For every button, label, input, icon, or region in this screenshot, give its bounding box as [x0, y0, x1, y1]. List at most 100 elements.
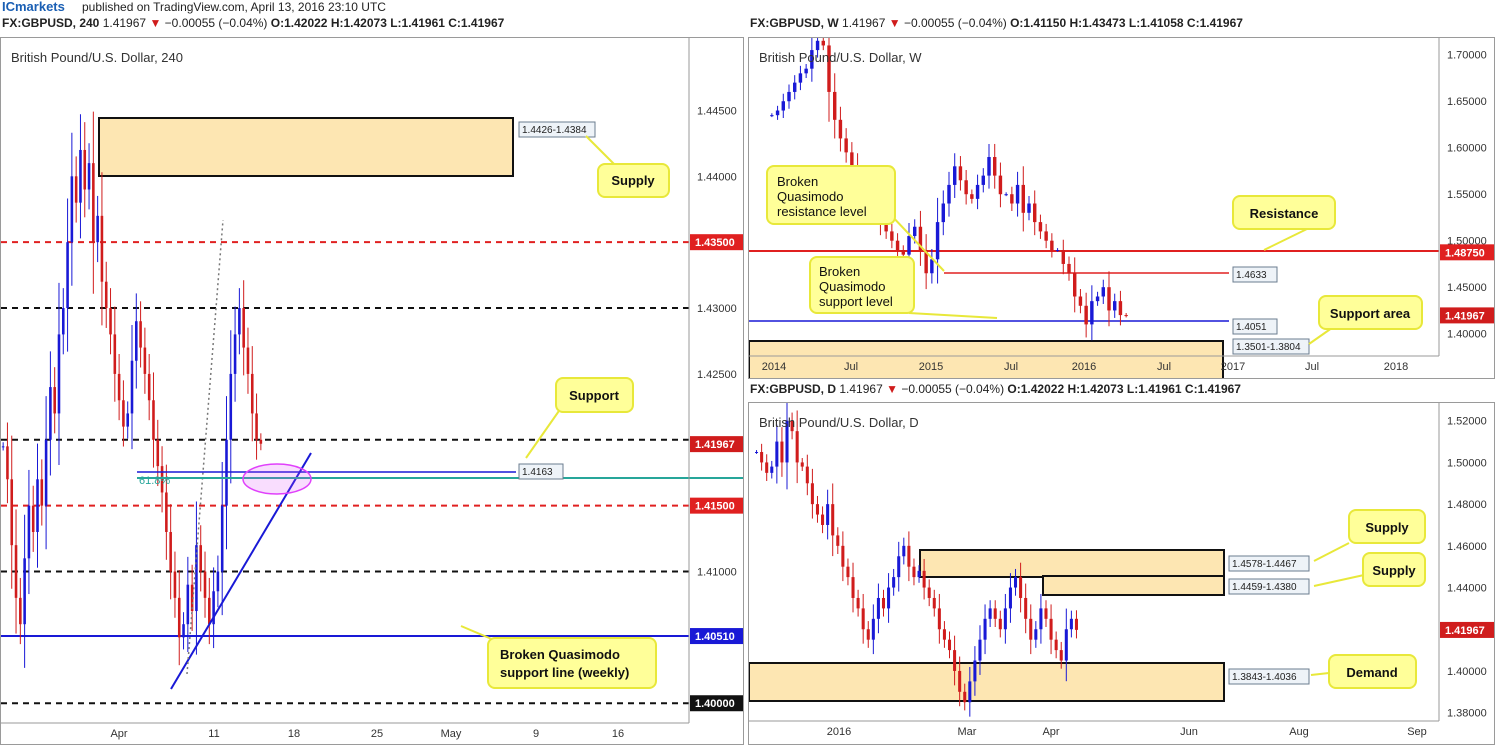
- h4-level-tag-text: 1.40510: [695, 631, 735, 643]
- w-candle-body: [770, 115, 774, 117]
- w-last-price-text: 1.41967: [1445, 310, 1485, 322]
- h4-candle-body: [57, 334, 61, 414]
- w-x-tick-label: Jul: [844, 361, 858, 373]
- d-x-tick-label: 2016: [827, 726, 851, 738]
- d-candle-body: [993, 608, 997, 619]
- h4-candle-body: [156, 439, 160, 467]
- w-close: C:1.41967: [1186, 16, 1243, 30]
- h4-candle-body: [203, 571, 207, 598]
- h4-candle-body: [31, 505, 35, 532]
- d-candle-body: [856, 597, 860, 609]
- d-candle-body: [861, 608, 865, 630]
- h4-y-tick-label: 1.42500: [697, 369, 737, 381]
- w-candle-body: [804, 68, 808, 74]
- h4-candle-body: [208, 597, 211, 625]
- h4-candle-body: [246, 347, 250, 374]
- d-x-tick-label: Aug: [1289, 726, 1309, 738]
- w-candle-body: [1015, 184, 1020, 204]
- d-chart-panel[interactable]: 1.4578-1.4467 1.4459-1.4380 1.3843-1.403…: [748, 402, 1495, 745]
- h4-time-axis: Apr 11 18 25 May 9 16: [1, 722, 689, 740]
- h4-candle-body: [83, 149, 87, 190]
- w-open: O:1.41150: [1010, 16, 1067, 30]
- h4-zone-tag: 1.4426-1.4384: [522, 125, 587, 136]
- d-change: −0.00055 (−0.04%): [901, 382, 1005, 396]
- d-chart-svg[interactable]: 1.4578-1.4467 1.4459-1.4380 1.3843-1.403…: [749, 403, 1494, 744]
- d-candle-body: [1064, 629, 1068, 661]
- h4-candle-body: [177, 597, 181, 638]
- h4-last-price-text: 1.41967: [695, 439, 735, 451]
- w-support-area-callout-text: Support area: [1330, 306, 1411, 321]
- d-time-axis: 2016 Mar Apr Jun Aug Sep: [749, 720, 1439, 738]
- d-candle-body: [836, 535, 840, 546]
- publisher-bar: ICmarkets published on TradingView.com, …: [0, 0, 1495, 16]
- d-candle-body: [963, 691, 967, 703]
- h4-x-tick-label: 25: [371, 728, 383, 740]
- w-chart-panel[interactable]: 1.4633 1.4051 1.3501-1.3804 Broken Quasi…: [748, 37, 1495, 379]
- d-candle-body: [810, 483, 814, 505]
- d-candle-body: [1069, 618, 1073, 630]
- w-candle-body: [913, 226, 917, 237]
- h4-candle-body: [130, 360, 134, 414]
- w-chart-svg[interactable]: 1.4633 1.4051 1.3501-1.3804 Broken Quasi…: [749, 38, 1494, 378]
- d-candle-body: [902, 545, 906, 557]
- w-candle-body: [1095, 296, 1100, 302]
- d-candle-body: [815, 504, 819, 515]
- w-tag-1-4051: 1.4051: [1236, 322, 1267, 333]
- d-candle-body: [831, 504, 835, 536]
- w-candle-body: [901, 250, 905, 255]
- d-candle-body: [927, 587, 931, 598]
- w-resistance-tag-text: 1.48750: [1445, 247, 1485, 259]
- h4-candle-body: [165, 492, 168, 532]
- h4-header: FX:GBPUSD, 240 1.41967 ▼ −0.00055 (−0.04…: [2, 16, 504, 34]
- w-candle-body: [1124, 315, 1128, 317]
- callout-pointer: [1313, 542, 1350, 562]
- h4-chart-svg[interactable]: 61.8% 1.4163 1.4426-1.4384 Supply Suppor…: [1, 38, 743, 744]
- d-candle-body: [881, 597, 886, 609]
- h4-candle-body: [44, 439, 48, 506]
- h4-chart-panel[interactable]: 61.8% 1.4163 1.4426-1.4384 Supply Suppor…: [0, 37, 744, 745]
- d-title: British Pound/U.S. Dollar, D: [759, 415, 919, 430]
- d-y-tick-label: 1.38000: [1447, 708, 1487, 720]
- bqm-weekly-callout: [487, 637, 657, 689]
- w-candle-body: [1078, 296, 1083, 306]
- h4-high: H:1.42073: [330, 16, 387, 30]
- w-candle-body: [1055, 250, 1060, 251]
- w-candle-body: [975, 184, 980, 199]
- w-candle-body: [1090, 301, 1094, 325]
- h4-candle-body: [259, 439, 263, 444]
- h4-candle-body: [199, 545, 203, 572]
- d-y-tick-label: 1.46000: [1447, 541, 1487, 553]
- w-candle-body: [935, 222, 940, 260]
- h4-candle-body: [182, 624, 185, 638]
- w-x-tick-label: 2018: [1384, 361, 1408, 373]
- d-candle-body: [805, 466, 809, 484]
- h4-x-tick-label: 18: [288, 728, 300, 740]
- w-candle-body: [798, 73, 803, 83]
- w-y-tick-label: 1.45000: [1447, 282, 1487, 294]
- d-candle-body: [876, 597, 880, 619]
- h4-open: O:1.42022: [270, 16, 328, 30]
- w-resistance-callout-text: Resistance: [1250, 206, 1319, 221]
- w-y-tick-label: 1.60000: [1447, 143, 1487, 155]
- d-candle-body: [775, 441, 779, 467]
- d-tag-supply-upper: 1.4578-1.4467: [1232, 559, 1297, 570]
- w-candle-body: [964, 180, 968, 195]
- h4-x-tick-label: 9: [533, 728, 539, 740]
- w-x-tick-label: Jul: [1305, 361, 1319, 373]
- h4-candle-body: [126, 413, 129, 427]
- h4-candle-body: [255, 413, 258, 440]
- w-candle-body: [1107, 287, 1111, 311]
- d-candle-body: [932, 597, 936, 609]
- d-candle-body: [937, 608, 941, 630]
- w-x-tick-label: 2017: [1221, 361, 1245, 373]
- down-arrow-icon: ▼: [149, 16, 162, 30]
- w-high: H:1.43473: [1069, 16, 1126, 30]
- w-title: British Pound/U.S. Dollar, W: [759, 50, 922, 65]
- h4-candle-body: [229, 373, 233, 440]
- h4-close: C:1.41967: [448, 16, 505, 30]
- h4-candle-body: [109, 308, 112, 335]
- h4-x-tick-label: 11: [208, 728, 219, 740]
- w-change: −0.00055 (−0.04%): [903, 16, 1007, 30]
- h4-candle-body: [27, 505, 31, 559]
- w-header: FX:GBPUSD, W 1.41967 ▼ −0.00055 (−0.04%)…: [750, 16, 1243, 34]
